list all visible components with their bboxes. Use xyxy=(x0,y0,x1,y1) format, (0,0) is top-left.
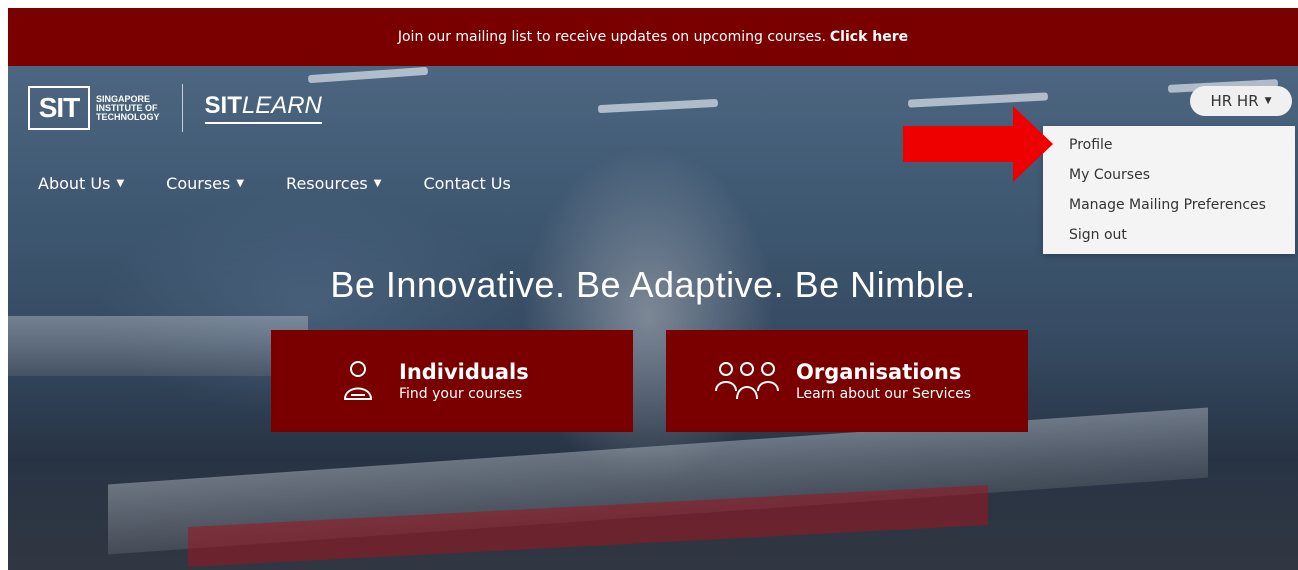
institute-name: SINGAPORE INSTITUTE OF TECHNOLOGY xyxy=(96,94,160,122)
user-dropdown-menu: Profile My Courses Manage Mailing Prefer… xyxy=(1043,126,1295,254)
organisations-card[interactable]: Organisations Learn about our Services xyxy=(666,330,1028,432)
menu-item-my-courses[interactable]: My Courses xyxy=(1043,160,1295,190)
individuals-card[interactable]: Individuals Find your courses xyxy=(271,330,633,432)
person-icon xyxy=(343,361,373,400)
menu-item-sign-out[interactable]: Sign out xyxy=(1043,220,1295,250)
caret-down-icon: ▼ xyxy=(116,178,125,189)
caret-down-icon: ▼ xyxy=(373,178,382,189)
sit-logo[interactable]: SIT SINGAPORE INSTITUTE OF TECHNOLOGY SI… xyxy=(28,84,322,132)
sitlearn-logo: SITLEARN xyxy=(204,92,322,124)
card-subtitle: Learn about our Services xyxy=(796,386,972,402)
menu-item-profile[interactable]: Profile xyxy=(1043,130,1295,160)
page-frame: Join our mailing list to receive updates… xyxy=(8,8,1298,570)
card-title: Individuals xyxy=(399,360,529,384)
nav-about-us[interactable]: About Us ▼ xyxy=(38,174,124,193)
people-group-icon xyxy=(715,362,779,400)
nav-contact-us-label: Contact Us xyxy=(423,174,511,193)
menu-item-manage-mailing-preferences[interactable]: Manage Mailing Preferences xyxy=(1043,190,1295,220)
nav-resources-label: Resources xyxy=(286,174,368,193)
banner-text: Join our mailing list to receive updates… xyxy=(397,29,826,45)
nav-about-us-label: About Us xyxy=(38,174,111,193)
organisations-text: Organisations Learn about our Services xyxy=(796,360,971,402)
nav-courses[interactable]: Courses ▼ xyxy=(166,174,244,193)
mailing-list-banner: Join our mailing list to receive updates… xyxy=(8,8,1298,66)
banner-click-here-link[interactable]: Click here xyxy=(830,29,908,45)
main-nav: About Us ▼ Courses ▼ Resources ▼ Contact Us xyxy=(38,174,553,193)
card-subtitle: Find your courses xyxy=(399,386,523,402)
card-title: Organisations xyxy=(796,360,962,384)
nav-courses-label: Courses xyxy=(166,174,231,193)
caret-down-icon: ▼ xyxy=(236,178,245,189)
hero-section: SIT SINGAPORE INSTITUTE OF TECHNOLOGY SI… xyxy=(8,66,1298,570)
nav-contact-us[interactable]: Contact Us xyxy=(423,174,510,193)
sitlearn-bold: SIT xyxy=(204,92,242,119)
user-menu-label: HR HR xyxy=(1210,92,1259,110)
individuals-text: Individuals Find your courses xyxy=(399,360,529,402)
hero-tagline: Be Innovative. Be Adaptive. Be Nimble. xyxy=(330,264,976,305)
red-arrow-annotation xyxy=(903,106,1053,182)
nav-resources[interactable]: Resources ▼ xyxy=(286,174,381,193)
caret-down-icon: ▼ xyxy=(1264,96,1272,106)
sit-mark: SIT xyxy=(28,86,90,130)
sitlearn-italic: LEARN xyxy=(241,92,322,119)
institute-line-3: TECHNOLOGY xyxy=(96,111,160,122)
logo-divider xyxy=(181,84,183,132)
user-menu-button[interactable]: HR HR ▼ xyxy=(1190,86,1292,116)
